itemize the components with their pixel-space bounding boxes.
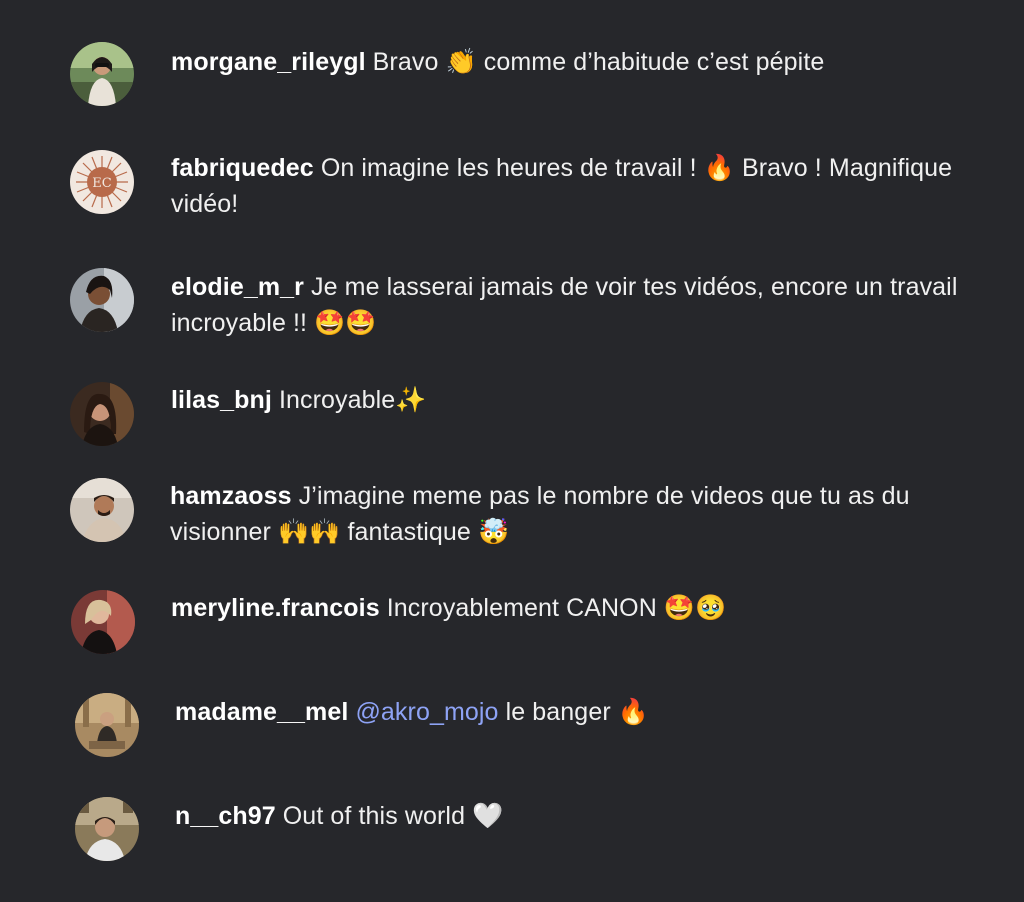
avatar-photo-icon: [71, 590, 135, 654]
svg-text:EC: EC: [92, 176, 111, 191]
avatar-photo-icon: [70, 268, 134, 332]
avatar[interactable]: [71, 590, 135, 654]
avatar-photo-icon: [75, 693, 139, 757]
avatar[interactable]: [75, 797, 139, 861]
avatar[interactable]: [70, 382, 134, 446]
avatar-photo-icon: [70, 42, 134, 106]
comment-username[interactable]: hamzaoss: [170, 482, 292, 510]
comment-username[interactable]: madame__mel: [175, 698, 348, 726]
avatar[interactable]: [70, 478, 134, 542]
comment-username[interactable]: meryline.francois: [171, 594, 380, 622]
comment-text: Out of this world 🤍: [282, 802, 504, 830]
comment-username[interactable]: lilas_bnj: [171, 386, 272, 414]
comment-username[interactable]: elodie_m_r: [171, 273, 304, 301]
comment-text: Incroyable✨: [278, 386, 427, 414]
avatar[interactable]: [70, 268, 134, 332]
avatar-photo-icon: [70, 382, 134, 446]
avatar-photo-icon: [70, 478, 134, 542]
mention-link[interactable]: @akro_mojo: [355, 698, 498, 726]
comment-username[interactable]: morgane_rileygl: [171, 48, 366, 76]
avatar[interactable]: [75, 693, 139, 757]
comment-text: Incroyablement CANON 🤩🥹: [386, 594, 727, 622]
comment-text: le banger 🔥: [505, 698, 650, 726]
comment-username[interactable]: fabriquedec: [171, 154, 314, 182]
comment-username[interactable]: n__ch97: [175, 802, 276, 830]
avatar-photo-icon: [75, 797, 139, 861]
comment-text: Bravo 👏 comme d’habitude c’est pépite: [372, 48, 825, 76]
avatar[interactable]: EC: [70, 150, 134, 214]
avatar[interactable]: [70, 42, 134, 106]
brand-logo-icon: EC: [70, 150, 134, 214]
